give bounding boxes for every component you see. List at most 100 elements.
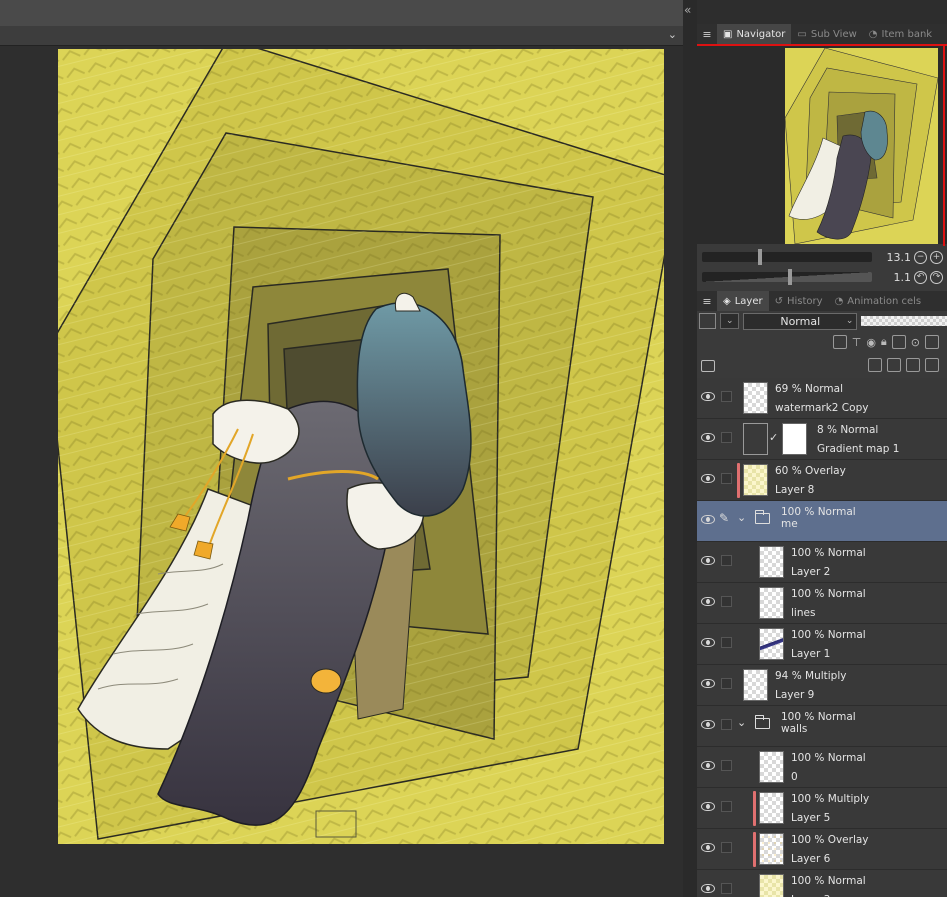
- new-vector-layer-icon[interactable]: [887, 358, 901, 372]
- layer-row[interactable]: 100 % Multiply Layer 5: [697, 788, 947, 829]
- chevron-down-icon[interactable]: ⌄: [737, 511, 746, 524]
- eye-icon[interactable]: [701, 802, 715, 811]
- folder-icon: [755, 510, 770, 524]
- rotate-right-icon[interactable]: ↷: [930, 270, 943, 284]
- eye-icon[interactable]: [701, 474, 715, 483]
- blend-mode-select[interactable]: Normal ⌄: [743, 312, 858, 330]
- panel-menu-icon[interactable]: ≡: [697, 28, 717, 41]
- layer-color-mark: [753, 791, 756, 826]
- rotate-slider[interactable]: [702, 269, 872, 285]
- zoom-value: 13.1: [886, 250, 912, 264]
- visibility-toggle-icon[interactable]: ⊙: [911, 336, 920, 349]
- layer-row[interactable]: 94 % Multiply Layer 9: [697, 665, 947, 706]
- panel-divider[interactable]: «: [683, 0, 697, 897]
- sub-view-icon: ▭: [797, 28, 807, 40]
- layer-row[interactable]: 69 % Normal watermark2 Copy: [697, 378, 947, 419]
- layer-row[interactable]: 60 % Overlay Layer 8: [697, 460, 947, 501]
- lock-icon[interactable]: 🔒︎: [881, 335, 887, 349]
- new-raster-layer-icon[interactable]: [868, 358, 882, 372]
- layer-opacity-blend: 100 % Normal: [791, 588, 866, 600]
- layer-row[interactable]: 100 % Normal 0: [697, 747, 947, 788]
- layer-lock-checkbox[interactable]: [721, 842, 732, 853]
- canvas-toolbar: [0, 0, 683, 26]
- layer-thumbnail: [759, 874, 784, 897]
- eye-icon[interactable]: [701, 597, 715, 606]
- layer-list-toggle-icon[interactable]: [701, 360, 715, 372]
- eye-icon[interactable]: [701, 515, 715, 524]
- layer-row[interactable]: ✎ ⌄ 100 % Normal me: [697, 501, 947, 542]
- rotate-row: 1.1 ↶ ↷: [697, 267, 947, 287]
- layer-lock-checkbox[interactable]: [721, 596, 732, 607]
- new-folder-icon[interactable]: [906, 358, 920, 372]
- layer-name: Layer 2: [791, 566, 831, 578]
- layer-lock-checkbox[interactable]: [721, 473, 732, 484]
- zoom-in-icon[interactable]: +: [930, 250, 943, 264]
- navigator-preview[interactable]: [697, 44, 947, 246]
- eye-icon[interactable]: [701, 761, 715, 770]
- layer-color-swatch[interactable]: [699, 313, 717, 329]
- tab-sub-view[interactable]: ▭ Sub View: [791, 24, 862, 44]
- tab-navigator[interactable]: ▣ Navigator: [717, 24, 792, 44]
- layer-row[interactable]: 100 % Normal Layer 2: [697, 542, 947, 583]
- layer-color-dropdown[interactable]: ⌄: [720, 313, 740, 329]
- eye-icon[interactable]: [701, 843, 715, 852]
- tab-history[interactable]: ↺ History: [769, 291, 829, 311]
- eye-icon[interactable]: [701, 556, 715, 565]
- canvas-area[interactable]: ⌄: [0, 0, 683, 897]
- layer-thumbnail: [743, 423, 768, 455]
- rotate-slider-knob[interactable]: [788, 269, 792, 285]
- tab-animation-cels[interactable]: ◔ Animation cels: [829, 291, 928, 311]
- eye-icon[interactable]: [701, 638, 715, 647]
- eye-icon[interactable]: [701, 433, 715, 442]
- mask-enable-icon[interactable]: [925, 335, 939, 349]
- layer-row[interactable]: 100 % Normal lines: [697, 583, 947, 624]
- eye-icon[interactable]: [701, 720, 715, 729]
- tab-animation-cels-label: Animation cels: [847, 295, 922, 307]
- layer-row[interactable]: 100 % Overlay Layer 6: [697, 829, 947, 870]
- layer-opacity-blend: 100 % Normal: [791, 752, 866, 764]
- layer-property-toolbar: ⊤ ◉ 🔒︎ ⊙: [697, 332, 947, 352]
- collapse-panel-icon[interactable]: «: [684, 3, 691, 17]
- layer-lock-checkbox[interactable]: [721, 883, 732, 894]
- layer-thumbnail: [759, 751, 784, 783]
- layer-lock-checkbox[interactable]: [721, 391, 732, 402]
- layer-lock-checkbox[interactable]: [721, 801, 732, 812]
- layer-lock-checkbox[interactable]: [721, 555, 732, 566]
- layer-panel-menu-icon[interactable]: ≡: [697, 295, 717, 308]
- tab-item-bank[interactable]: ◔ Item bank: [863, 24, 938, 44]
- chevron-down-icon[interactable]: ⌄: [737, 716, 746, 729]
- layer-lock-checkbox[interactable]: [721, 678, 732, 689]
- tab-history-label: History: [786, 295, 823, 307]
- layer-row[interactable]: 100 % NormalLayer 3: [697, 870, 947, 897]
- layer-row[interactable]: 100 % Normal Layer 1: [697, 624, 947, 665]
- opacity-slider[interactable]: [861, 316, 947, 326]
- layer-name: Layer 5: [791, 812, 831, 824]
- reference-layer-icon[interactable]: ⊤: [852, 336, 862, 349]
- layer-thumbnail: [743, 669, 768, 701]
- zoom-slider-knob[interactable]: [758, 249, 762, 265]
- merge-layer-icon[interactable]: [925, 358, 939, 372]
- layer-opacity-blend: 8 % Normal: [817, 424, 879, 436]
- rotate-left-icon[interactable]: ↶: [914, 270, 927, 284]
- zoom-slider[interactable]: [702, 249, 872, 265]
- layer-lock-checkbox[interactable]: [721, 760, 732, 771]
- eye-icon[interactable]: [701, 679, 715, 688]
- lock-transparency-icon[interactable]: ◉: [866, 336, 876, 349]
- artwork-canvas[interactable]: [58, 49, 664, 844]
- chevron-down-icon[interactable]: ⌄: [668, 28, 677, 41]
- navigator-frame-marker: [943, 46, 945, 246]
- tab-layer[interactable]: ◈ Layer: [717, 291, 769, 311]
- canvas-tab-strip: ⌄: [0, 26, 683, 46]
- layer-lock-checkbox[interactable]: [721, 637, 732, 648]
- layer-lock-checkbox[interactable]: [721, 432, 732, 443]
- layer-row[interactable]: ⌄ 100 % Normal walls: [697, 706, 947, 747]
- panel-header: [697, 0, 947, 24]
- mask-icon[interactable]: [891, 335, 906, 349]
- layer-row[interactable]: ✓ 8 % Normal Gradient map 1: [697, 419, 947, 460]
- layer-lock-checkbox[interactable]: [721, 719, 732, 730]
- clip-icon[interactable]: [832, 335, 847, 349]
- eye-icon[interactable]: [701, 392, 715, 401]
- layer-name: Gradient map 1: [817, 443, 900, 455]
- zoom-out-icon[interactable]: −: [914, 250, 927, 264]
- eye-icon[interactable]: [701, 884, 715, 893]
